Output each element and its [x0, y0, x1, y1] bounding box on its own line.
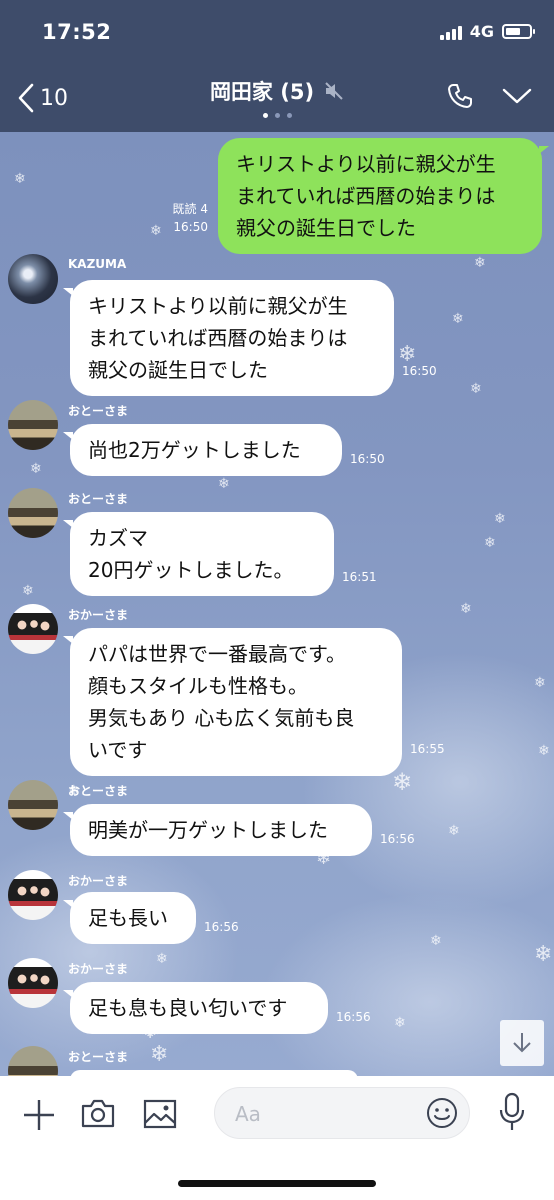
incoming-message-bubble[interactable]: 足も長い	[63, 892, 196, 944]
snowflake-icon: ❄	[474, 255, 486, 271]
avatar-father[interactable]	[8, 780, 58, 830]
snowflake-icon: ❄	[22, 583, 34, 599]
avatar-father[interactable]	[8, 488, 58, 538]
avatar-mother[interactable]	[8, 604, 58, 654]
message-time: 16:55	[410, 742, 445, 756]
status-indicators: 4G	[439, 22, 535, 41]
sender-name: おとーさま	[68, 492, 129, 506]
sender-name: おかーさま	[68, 874, 129, 888]
read-receipt: 既読 4 16:50	[150, 200, 208, 236]
chevron-down-icon[interactable]	[502, 86, 532, 106]
cloud-decoration	[0, 832, 240, 1072]
home-indicator	[178, 1180, 376, 1187]
sender-name: おとーさま	[68, 1050, 129, 1064]
voice-input-button[interactable]	[496, 1092, 528, 1136]
emoji-button[interactable]	[425, 1096, 459, 1134]
sender-name: おかーさま	[68, 608, 129, 622]
image-icon	[143, 1099, 177, 1129]
incoming-message-bubble[interactable]: キリストより以前に親父が生 まれていれば西暦の始まりは 親父の誕生日でした	[63, 280, 394, 396]
chat-header: 17:52 4G 10 岡田家 (5)	[0, 0, 554, 132]
camera-icon	[81, 1099, 115, 1128]
message-time: 16:50	[350, 452, 385, 466]
snowflake-icon: ❄	[14, 171, 26, 187]
avatar-mother[interactable]	[8, 870, 58, 920]
message-time: 16:51	[342, 570, 377, 584]
status-time: 17:52	[42, 20, 112, 44]
incoming-message-bubble[interactable]: カズマ 20円ゲットしました。	[63, 512, 334, 596]
plus-icon	[24, 1100, 54, 1130]
snowflake-icon: ❄	[470, 381, 482, 397]
avatar-mother[interactable]	[8, 958, 58, 1008]
message-time: 16:56	[336, 1010, 371, 1024]
smiley-icon	[427, 1098, 457, 1128]
incoming-message-bubble[interactable]: パパは世界で一番最高です。 顔もスタイルも性格も。 男気もあり 心も広く気前も良…	[63, 628, 402, 776]
sender-name: おとーさま	[68, 404, 129, 418]
message-time: 16:56	[380, 832, 415, 846]
snowflake-icon: ❄	[460, 601, 472, 617]
page-dot	[262, 113, 268, 118]
sender-name: おかーさま	[68, 962, 129, 976]
snowflake-icon: ❄	[398, 342, 417, 367]
signal-icon	[439, 24, 462, 40]
sender-name: おとーさま	[68, 784, 129, 798]
incoming-message-bubble[interactable]: 足も息も良い匂いです	[63, 982, 328, 1034]
incoming-message-bubble[interactable]: 尚也2万ゲットしました	[63, 424, 342, 476]
incoming-message-bubble[interactable]: 明美が一万ゲットしました	[63, 804, 372, 856]
message-time: 16:50	[402, 364, 437, 378]
snowflake-icon: ❄	[218, 476, 230, 492]
message-input[interactable]	[214, 1087, 470, 1139]
arrow-down-icon	[513, 1033, 531, 1053]
page-indicator	[0, 113, 554, 118]
sender-name: KAZUMA	[68, 257, 127, 271]
camera-button[interactable]	[80, 1096, 116, 1136]
network-type: 4G	[469, 22, 494, 41]
snowflake-icon: ❄	[484, 535, 496, 551]
chat-title-text: 岡田家 (5)	[209, 80, 315, 104]
outgoing-message-bubble[interactable]: キリストより以前に親父が生 まれていれば西暦の始まりは 親父の誕生日でした	[218, 138, 549, 254]
page-dot	[274, 113, 280, 118]
phone-icon[interactable]	[446, 82, 474, 110]
snowflake-icon: ❄	[494, 511, 506, 527]
avatar-father[interactable]	[8, 400, 58, 450]
microphone-icon	[499, 1092, 525, 1130]
muted-speaker-icon	[325, 82, 343, 100]
message-time: 16:56	[204, 920, 239, 934]
battery-icon	[502, 24, 535, 39]
message-time: 16:50	[173, 220, 208, 234]
page-dot	[286, 113, 292, 118]
snowflake-icon: ❄	[452, 311, 464, 327]
header-actions	[446, 82, 532, 110]
add-button[interactable]	[20, 1096, 58, 1138]
message-text-field[interactable]	[235, 1100, 415, 1128]
snowflake-icon: ❄	[30, 461, 42, 477]
battery-fill	[506, 28, 521, 35]
read-count: 既読 4	[172, 202, 208, 216]
scroll-to-bottom-button[interactable]	[500, 1020, 544, 1066]
avatar-kazuma[interactable]	[8, 254, 58, 304]
image-button[interactable]	[142, 1096, 178, 1136]
